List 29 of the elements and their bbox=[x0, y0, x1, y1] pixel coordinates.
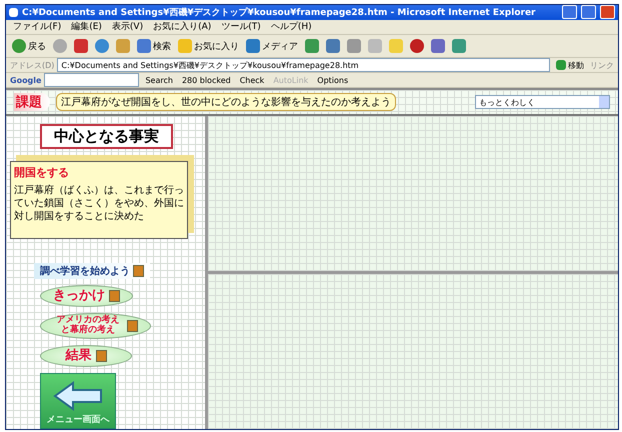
topic-button[interactable]: 結果 bbox=[40, 345, 132, 367]
menu-item[interactable]: ファイル(F) bbox=[10, 20, 64, 34]
menu-item[interactable]: ツール(T) bbox=[218, 20, 264, 34]
options-button[interactable]: Options bbox=[314, 76, 352, 85]
task-label: 課題 bbox=[14, 93, 50, 112]
toolbar-button[interactable]: メディア bbox=[244, 39, 300, 54]
address-label: アドレス(D) bbox=[10, 60, 54, 71]
google-logo: Google bbox=[10, 76, 42, 85]
menu-item[interactable]: お気に入り(A) bbox=[150, 20, 214, 34]
menu-item[interactable]: 編集(E) bbox=[68, 20, 105, 34]
go-button[interactable]: 移動 bbox=[553, 60, 587, 71]
fact-text: 江戸幕府（ばくふ）は、これまで行っていた鎖国（さこく）をやめ、外国に対し開国をすることに決めた bbox=[14, 184, 184, 224]
topic-button[interactable]: アメリカの考えと幕府の考え bbox=[40, 313, 151, 339]
window-title: C:¥Documents and Settings¥西磯¥デスクトップ¥kousou¥framepage28.htm - Microsoft Internet Explorer bbox=[22, 6, 536, 19]
popup-blocker-button[interactable]: 280 blocked bbox=[178, 76, 234, 85]
menu-item[interactable]: 表示(V) bbox=[108, 20, 146, 34]
detail-select[interactable]: もっとくわしく bbox=[475, 95, 610, 110]
toolbar-button[interactable]: 検索 bbox=[135, 39, 173, 54]
toolbar-button[interactable]: 戻る bbox=[10, 39, 48, 54]
task-text: 江戸幕府がなぜ開国をし、世の中にどのような影響を与えたのか考えよう bbox=[56, 93, 396, 112]
menu-item[interactable]: ヘルプ(H) bbox=[268, 20, 315, 34]
search-button[interactable]: Search bbox=[142, 76, 176, 85]
address-field[interactable]: C:¥Documents and Settings¥西磯¥デスクトップ¥kousou¥framepage28.htm bbox=[57, 58, 550, 72]
toolbar-button[interactable]: お気に入り bbox=[176, 39, 241, 54]
topic-button[interactable]: きっかけ bbox=[40, 285, 133, 308]
fact-title: 開国をする bbox=[14, 165, 70, 180]
spell-check-button[interactable]: Check bbox=[236, 76, 268, 85]
study-label: 調べ学習を始めよう bbox=[34, 263, 150, 280]
fact-heading: 中心となる事実 bbox=[40, 124, 173, 150]
